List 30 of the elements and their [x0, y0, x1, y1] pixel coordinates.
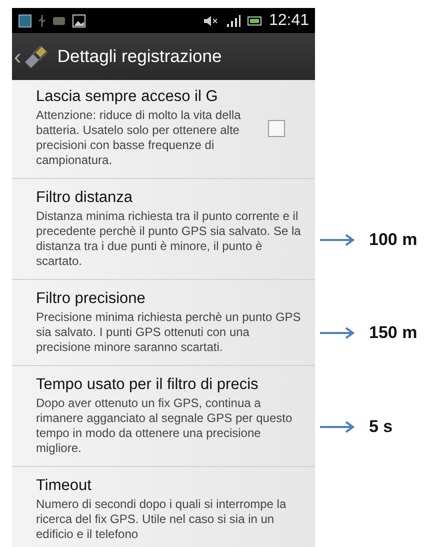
app-icon [18, 14, 32, 28]
value-annotation: 150 m [369, 323, 418, 343]
screen-title: Dettagli registrazione [57, 46, 222, 67]
setting-description: Dopo aver ottenuto un fix GPS, continua a rimanere agganciato al segnale GPS per questo tempo in modo da ottenere una precisione migliore. [36, 396, 294, 456]
battery-icon [246, 14, 263, 26]
arrow-icon [319, 234, 355, 246]
back-button[interactable]: ‹ [14, 46, 22, 68]
setting-title: Timeout [36, 477, 92, 495]
image-icon [72, 14, 86, 28]
value-annotation: 100 m [369, 230, 418, 250]
setting-title: Tempo usato per il filtro di precis [36, 376, 260, 394]
setting-description: Distanza minima richiesta tra il punto corrente e il precedente perchè il punto GPS sia salvato. Se la distanza tra i due punti è minore, il punto è scartato. [36, 209, 302, 269]
clock-time: 12:41 [268, 12, 309, 30]
arrow-icon [319, 327, 355, 339]
arrow-icon [319, 420, 355, 432]
settings-item[interactable]: Lascia sempre acceso il G Attenzione: riduce di molto la vita della batteria. Usatelo solo per ottenere alte precisioni con basse frequenze di campionatura. [12, 80, 315, 179]
signal-icon [224, 14, 241, 28]
settings-item[interactable]: Timeout Numero di secondi dopo i quali si interrompe la ricerca del fix GPS. Utile nel caso si sia in un edificio e il telefono [12, 467, 315, 547]
setting-description: Precisione minima richiesta perchè un punto GPS sia salvato. I punti GPS ottenuti con una precisione minore saranno scartati. [36, 310, 302, 355]
mute-icon [202, 14, 219, 26]
checkbox[interactable] [268, 120, 285, 136]
setting-title: Lascia sempre acceso il G [36, 88, 219, 106]
setting-description: Numero di secondi dopo i quali si interrompe la ricerca del fix GPS. Utile nel caso si sia in un edificio e il telefono [36, 497, 288, 542]
settings-item[interactable]: Filtro precisione Precisione minima richiesta perchè un punto GPS sia salvato. I punti GPS ottenuti con una precisione minore saranno scartati. [12, 280, 315, 366]
setting-title: Filtro distanza [36, 189, 134, 207]
settings-item[interactable]: Tempo usato per il filtro di precis Dopo aver ottenuto un fix GPS, continua a rimanere agganciato al segnale GPS per questo tempo in modo da ottenere una precisione migliore. [12, 366, 315, 467]
setting-description: Attenzione: riduce di molto la vita della batteria. Usatelo solo per ottenere alte precisioni con basse frequenze di campionatura. [36, 108, 242, 168]
setting-title: Filtro precisione [36, 290, 146, 308]
settings-item[interactable]: Filtro distanza Distanza minima richiesta tra il punto corrente e il precedente perchè il punto GPS sia salvato. Se la distanza tra i due punti è minore, il punto è scartato. [12, 179, 315, 280]
value-annotation: 5 s [369, 416, 393, 436]
